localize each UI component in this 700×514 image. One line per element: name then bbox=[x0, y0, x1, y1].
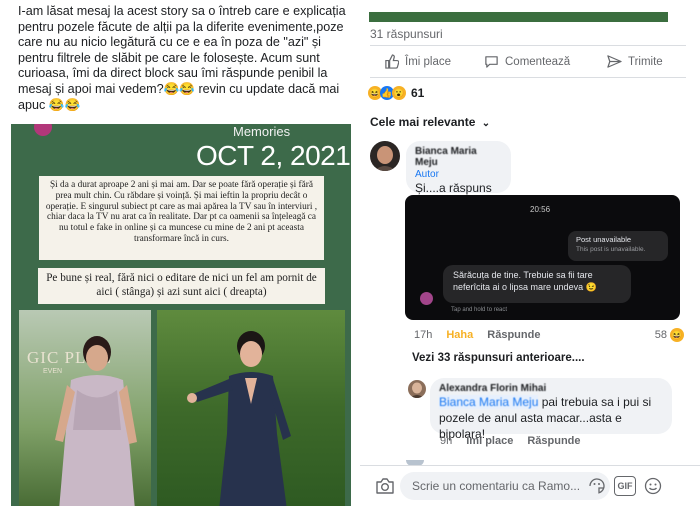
replies-count[interactable]: 31 răspunsuri bbox=[370, 27, 443, 41]
sort-label: Cele mai relevante bbox=[370, 115, 476, 129]
send-icon bbox=[607, 55, 622, 68]
before-photo: GIC PLAC EVEN bbox=[19, 310, 151, 506]
sticker-icon[interactable] bbox=[586, 475, 608, 497]
commenter-name[interactable]: Bianca Maria Meju bbox=[415, 146, 502, 168]
unavailable-title: Post unavailable bbox=[576, 235, 632, 244]
tagged-user[interactable]: Bianca Maria Meju bbox=[439, 395, 539, 409]
like-label: Îmi place bbox=[405, 55, 452, 68]
story-note-text: Și da a durat aproape 2 ani și mai am. D… bbox=[39, 176, 324, 260]
comment-icon bbox=[485, 56, 498, 68]
share-label: Trimite bbox=[628, 55, 663, 68]
unavailable-post-card: Post unavailable This post is unavailabl… bbox=[568, 231, 668, 261]
comment-label: Comentează bbox=[505, 55, 571, 68]
comment-bubble: Bianca Maria Meju Autor Și....a răspuns bbox=[406, 141, 511, 195]
like-comment-button[interactable]: Îmi place bbox=[466, 435, 513, 447]
reply-button[interactable]: Răspunde bbox=[527, 435, 580, 447]
comment-meta: 9h Îmi place Răspunde bbox=[440, 435, 581, 447]
haha-reaction-button[interactable]: Haha bbox=[446, 329, 473, 341]
camera-icon[interactable] bbox=[374, 476, 396, 496]
reply-button[interactable]: Răspunde bbox=[487, 329, 540, 341]
thumbs-up-icon bbox=[385, 54, 399, 69]
comment-reactions[interactable]: 58 😆 bbox=[655, 328, 684, 342]
unavailable-subtitle: This post is unavailable. bbox=[576, 246, 646, 253]
comment-button[interactable]: Comentează bbox=[484, 54, 570, 69]
screenshot-collage: I-am lăsat mesaj la acest story sa o înt… bbox=[0, 0, 700, 514]
emoji-icon[interactable] bbox=[642, 475, 664, 497]
after-photo bbox=[157, 310, 345, 506]
haha-icon: 😆 bbox=[670, 328, 684, 342]
wow-icon: 😮 bbox=[392, 86, 406, 100]
previous-post-bottom bbox=[369, 12, 668, 22]
author-badge: Autor bbox=[415, 169, 439, 180]
avatar-image bbox=[374, 146, 396, 171]
woman-figure-right bbox=[187, 331, 291, 506]
memories-label: Memories bbox=[233, 124, 291, 139]
avatar-image bbox=[410, 382, 424, 398]
commenter-name[interactable]: Alexandra Florin Mihai bbox=[439, 383, 663, 394]
dm-message: Sărăcuța de tine. Trebuie sa fii tare ne… bbox=[443, 265, 631, 303]
comment-time: 9h bbox=[440, 435, 453, 447]
comment-composer: Scrie un comentariu ca Ramo... GIF bbox=[360, 466, 700, 506]
reactions-count: 61 bbox=[411, 86, 425, 100]
dm-timestamp: 20:56 bbox=[530, 205, 551, 214]
reactions-summary[interactable]: 😆 👍 😮 61 bbox=[368, 86, 424, 100]
comment-meta: 17h Haha Răspunde 58 😆 bbox=[414, 328, 684, 342]
instagram-dm-screenshot: 20:56 Post unavailable This post is unav… bbox=[405, 195, 680, 320]
dm-tap-hint: Tap and hold to react bbox=[451, 307, 508, 313]
memories-date: OCT 2, 2021 bbox=[196, 140, 351, 171]
comment-bubble: Alexandra Florin Mihai Bianca Maria Meju… bbox=[430, 378, 672, 441]
share-button[interactable]: Trimite bbox=[607, 54, 663, 69]
divider bbox=[370, 45, 686, 46]
comment-input[interactable]: Scrie un comentariu ca Ramo... bbox=[400, 472, 610, 500]
comment-sort-dropdown[interactable]: Cele mai relevante ⌄ bbox=[370, 115, 490, 129]
gif-button[interactable]: GIF bbox=[614, 476, 636, 496]
comment-text: Și....a răspuns bbox=[415, 181, 492, 195]
divider bbox=[370, 77, 686, 78]
story-note-caption: Pe bune și real, fără nici o editare de … bbox=[38, 268, 325, 304]
story-image: Memories OCT 2, 2021 Și da a durat aproa… bbox=[11, 124, 351, 506]
like-button[interactable]: Îmi place bbox=[384, 54, 451, 69]
dm-avatar bbox=[420, 292, 433, 305]
story-avatar bbox=[34, 124, 52, 136]
post-caption: I-am lăsat mesaj la acest story sa o înt… bbox=[18, 4, 346, 112]
comment-time: 17h bbox=[414, 329, 433, 341]
caption-panel: I-am lăsat mesaj la acest story sa o înt… bbox=[0, 0, 360, 514]
see-previous-replies[interactable]: Vezi 33 răspunsuri anterioare.... bbox=[412, 352, 585, 364]
comment-reaction-count: 58 bbox=[654, 329, 667, 341]
chevron-down-icon: ⌄ bbox=[481, 118, 491, 129]
post-actions: Îmi place Comentează Trimite bbox=[360, 48, 700, 74]
woman-figure-left bbox=[55, 336, 137, 506]
facebook-comments-panel: 31 răspunsuri Îmi place Comentează Trimi… bbox=[360, 0, 700, 514]
avatar[interactable] bbox=[370, 141, 400, 171]
avatar[interactable] bbox=[408, 380, 426, 398]
